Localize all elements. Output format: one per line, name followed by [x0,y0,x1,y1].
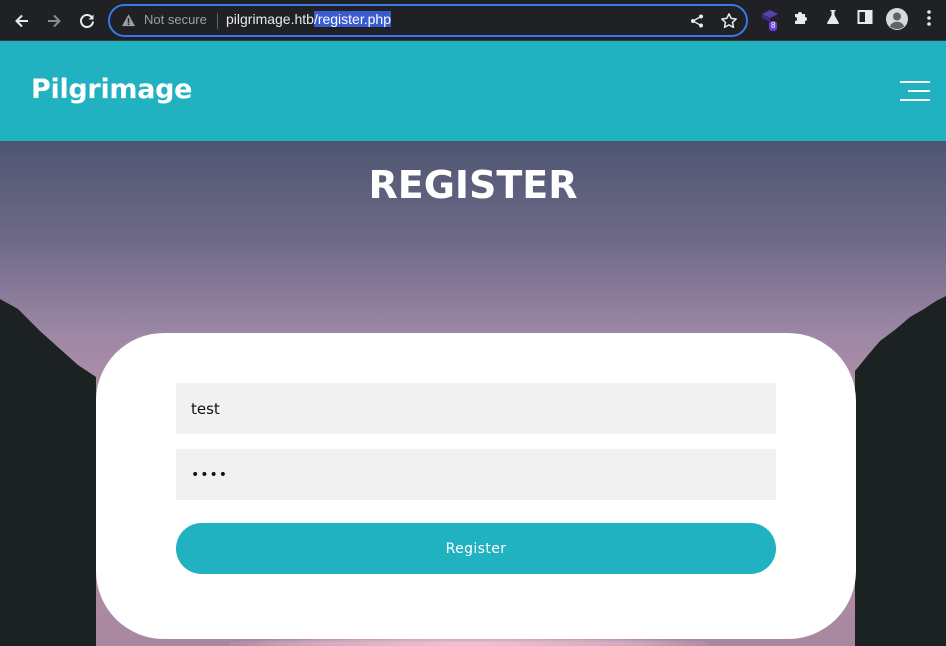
username-input[interactable] [176,383,776,434]
site-header: Pilgrimage [0,41,946,141]
omnibox-separator [217,13,218,29]
register-button[interactable]: Register [176,523,776,574]
register-form: Register [96,333,856,639]
extension-button[interactable]: 8 [760,8,780,32]
address-bar[interactable]: Not secure pilgrimage.htb/register.php [108,4,748,37]
password-input[interactable] [176,449,776,500]
reload-icon [80,14,94,28]
page-title: REGISTER [368,163,578,207]
star-icon[interactable] [720,12,738,30]
puzzle-icon [795,12,807,24]
forward-button[interactable] [41,8,67,34]
extension-badge: 8 [769,21,778,31]
url-path-selected: /register.php [313,11,391,27]
browser-toolbar: Not secure pilgrimage.htb/register.php 8 [0,0,946,41]
security-label[interactable]: Not secure [144,12,207,27]
kebab-menu-icon [927,10,931,26]
side-panel-icon [857,10,873,24]
hamburger-menu-icon[interactable] [898,78,930,104]
profile-button[interactable] [885,7,909,35]
url-text[interactable]: pilgrimage.htb/register.php [226,11,391,27]
browser-menu-button[interactable] [922,8,936,32]
share-icon[interactable] [689,13,705,29]
extensions-menu-button[interactable] [792,8,810,30]
profile-icon [886,8,908,30]
labs-button[interactable] [824,8,842,30]
back-button[interactable] [9,8,35,34]
reload-button[interactable] [74,8,100,34]
forward-arrow-icon [48,14,61,28]
site-logo-link[interactable]: Pilgrimage [31,74,193,105]
back-arrow-icon [15,14,28,28]
url-host: pilgrimage.htb [226,11,314,27]
labs-flask-icon [827,10,839,24]
side-panel-button[interactable] [856,8,874,30]
warning-icon [121,14,136,27]
